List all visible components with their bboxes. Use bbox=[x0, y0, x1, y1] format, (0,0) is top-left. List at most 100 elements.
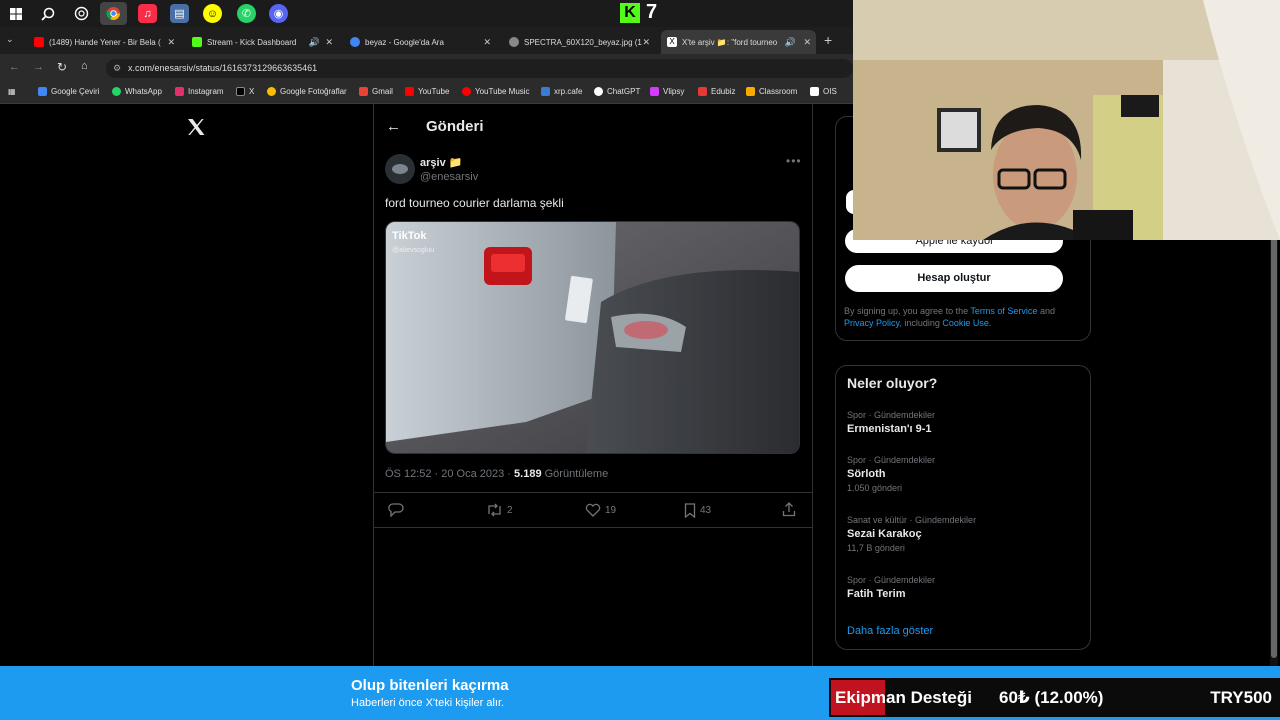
views-count: 5.189 bbox=[514, 468, 542, 480]
trend-title: Fatih Terim bbox=[847, 588, 906, 600]
back-icon[interactable]: ← bbox=[9, 61, 20, 73]
bookmark-x[interactable]: X bbox=[236, 87, 254, 96]
instagram-icon bbox=[175, 87, 184, 96]
discord-icon[interactable]: ◉ bbox=[269, 4, 288, 23]
bookmark-label: xrp.cafe bbox=[554, 87, 583, 96]
trend-item[interactable]: Spor · Gündemdekiler Ermenistan'ı 9-1 bbox=[847, 410, 935, 435]
globe-favicon-icon bbox=[509, 37, 519, 47]
webcam-overlay bbox=[853, 0, 1280, 240]
tab-spectra-image[interactable]: SPECTRA_60X120_beyaz.jpg (1 ✕ bbox=[503, 30, 655, 54]
windows-start-icon[interactable] bbox=[6, 4, 25, 23]
bookmark-edubiz[interactable]: Edubiz bbox=[698, 87, 735, 96]
apps-grid-icon[interactable]: ▦ bbox=[8, 87, 16, 96]
bookmark-label: OIS bbox=[823, 87, 837, 96]
back-arrow-icon[interactable]: ← bbox=[386, 118, 401, 135]
column-divider bbox=[373, 104, 374, 666]
kick-logo-icon: K bbox=[620, 3, 640, 23]
share-button[interactable] bbox=[782, 502, 796, 522]
trend-item[interactable]: Sanat ve kültür · Gündemdekiler Sezai Ka… bbox=[847, 515, 976, 553]
bookmark-google-ceviri[interactable]: Google Çeviri bbox=[38, 87, 99, 96]
close-tab-icon[interactable]: ✕ bbox=[642, 37, 650, 48]
terms-link[interactable]: Terms of Service bbox=[970, 306, 1037, 316]
privacy-link[interactable]: Privacy Policy bbox=[844, 318, 899, 328]
like-button[interactable]: 19 bbox=[585, 503, 616, 517]
tab-youtube[interactable]: (1489) Hande Yener - Bir Bela ( ✕ bbox=[28, 30, 180, 54]
reply-button[interactable] bbox=[388, 503, 404, 522]
edubiz-icon bbox=[698, 87, 707, 96]
x-favicon-icon: X bbox=[667, 37, 677, 47]
trend-title: Sörloth bbox=[847, 468, 886, 480]
create-account-button[interactable]: Hesap oluştur bbox=[845, 265, 1063, 292]
tab-kick-dashboard[interactable]: Stream - Kick Dashboard 🔊 ✕ bbox=[186, 30, 338, 54]
create-account-label: Hesap oluştur bbox=[917, 272, 991, 284]
trend-category: Spor · Gündemdekiler bbox=[847, 410, 936, 420]
chatgpt-small-icon bbox=[594, 87, 603, 96]
close-tab-icon[interactable]: ✕ bbox=[483, 37, 491, 48]
trends-title: Neler oluyor? bbox=[847, 375, 938, 391]
snapchat-icon[interactable]: ☺ bbox=[203, 4, 222, 23]
bookmark-label: Classroom bbox=[759, 87, 798, 96]
trend-count: 1.050 gönderi bbox=[847, 483, 903, 493]
more-options-icon[interactable]: ••• bbox=[786, 154, 802, 168]
speaker-icon[interactable]: 🔊 bbox=[785, 37, 796, 48]
site-info-icon[interactable]: ⚙ bbox=[113, 59, 121, 78]
author-name[interactable]: arşiv 📁 bbox=[420, 156, 462, 169]
repost-button[interactable]: 2 bbox=[486, 503, 513, 517]
search-icon[interactable] bbox=[38, 4, 57, 23]
tab-search-icon[interactable]: ⌄ bbox=[6, 34, 14, 45]
url-input[interactable]: ⚙ x.com/enesarsiv/status/161637312966363… bbox=[106, 59, 853, 78]
post-text: ford tourneo courier darlama şekli bbox=[385, 196, 564, 210]
bookmark-vlipsy[interactable]: Vlipsy bbox=[650, 87, 684, 96]
bookmark-instagram[interactable]: Instagram bbox=[175, 87, 224, 96]
close-tab-icon[interactable]: ✕ bbox=[167, 37, 175, 48]
cookie-link[interactable]: Cookie Use. bbox=[942, 318, 991, 328]
post-timestamp[interactable]: ÖS 12:52 · 20 Oca 2023 · bbox=[385, 468, 514, 480]
tab-label: Stream - Kick Dashboard bbox=[207, 37, 297, 47]
donation-progress-text: 60₺ (12.00%) bbox=[999, 688, 1104, 707]
network-icon[interactable]: ▤ bbox=[170, 4, 189, 23]
new-tab-icon[interactable]: + bbox=[824, 32, 832, 48]
avatar[interactable] bbox=[385, 154, 415, 184]
bookmark-ois[interactable]: OIS bbox=[810, 87, 837, 96]
youtube-favicon-icon bbox=[34, 37, 44, 47]
chrome-icon[interactable] bbox=[100, 2, 127, 25]
translate-icon bbox=[38, 87, 47, 96]
speaker-icon[interactable]: 🔊 bbox=[309, 37, 320, 48]
reload-icon[interactable]: ↻ bbox=[57, 60, 67, 74]
youtube-small-icon bbox=[405, 87, 414, 96]
author-handle[interactable]: @enesarsiv bbox=[420, 171, 478, 183]
itunes-icon[interactable]: ♫ bbox=[138, 4, 157, 23]
bookmark-gmail[interactable]: Gmail bbox=[359, 87, 393, 96]
column-divider bbox=[812, 104, 813, 666]
post-video[interactable]: TikTok @alievsogluu bbox=[385, 221, 800, 454]
donation-label: Ekipman Desteği bbox=[835, 688, 972, 707]
trend-item[interactable]: Spor · Gündemdekiler Fatih Terim bbox=[847, 575, 935, 600]
whatsapp-icon[interactable]: ✆ bbox=[237, 4, 256, 23]
classroom-icon bbox=[746, 87, 755, 96]
bookmark-whatsapp[interactable]: WhatsApp bbox=[112, 87, 162, 96]
forward-icon[interactable]: → bbox=[33, 61, 44, 73]
bookmark-youtube-music[interactable]: YouTube Music bbox=[462, 87, 530, 96]
bookmark-xrp-cafe[interactable]: xrp.cafe bbox=[541, 87, 582, 96]
bookmark-google-fotograflar[interactable]: Google Fotoğraflar bbox=[267, 87, 347, 96]
chatgpt-icon[interactable] bbox=[72, 4, 91, 23]
bookmark-button[interactable]: 43 bbox=[684, 503, 711, 518]
tab-google-search[interactable]: beyaz - Google'da Ara ✕ bbox=[344, 30, 496, 54]
bookmark-label: Instagram bbox=[188, 87, 224, 96]
tab-x-post[interactable]: X X'te arşiv 📁: "ford tourneo 🔊 ✕ bbox=[661, 30, 816, 54]
close-tab-icon[interactable]: ✕ bbox=[325, 37, 333, 48]
home-icon[interactable]: ⌂ bbox=[81, 60, 88, 72]
x-logo-icon[interactable] bbox=[186, 117, 206, 142]
bookmark-label: Vlipsy bbox=[663, 87, 685, 96]
tab-label: beyaz - Google'da Ara bbox=[365, 37, 444, 47]
bookmark-classroom[interactable]: Classroom bbox=[746, 87, 797, 96]
show-more-link[interactable]: Daha fazla göster bbox=[847, 625, 933, 637]
close-tab-icon[interactable]: ✕ bbox=[803, 37, 811, 48]
divider bbox=[373, 492, 813, 493]
x-small-icon bbox=[236, 87, 245, 96]
bookmark-youtube[interactable]: YouTube bbox=[405, 87, 449, 96]
donation-goal-widget: Ekipman Desteği 60₺ (12.00%) TRY500 bbox=[829, 678, 1280, 717]
bookmark-chatgpt[interactable]: ChatGPT bbox=[594, 87, 640, 96]
tab-label: X'te arşiv 📁: "ford tourneo bbox=[682, 37, 778, 47]
trend-item[interactable]: Spor · Gündemdekiler Sörloth 1.050 gönde… bbox=[847, 455, 935, 493]
